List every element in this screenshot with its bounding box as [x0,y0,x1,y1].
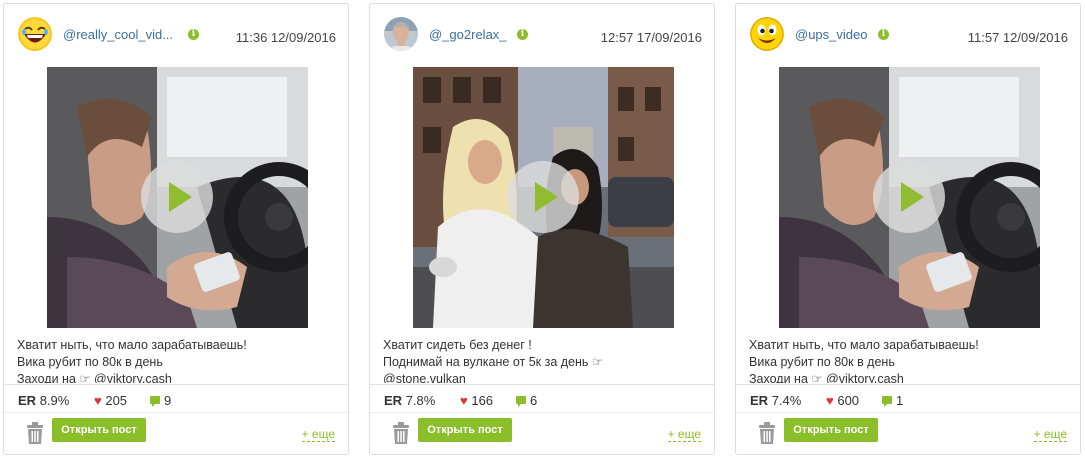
comment-icon [882,396,892,407]
post-card: @really_cool_vid... i 11:36 12/09/2016 Х… [3,3,349,455]
caption-line: Хватит ныть, что мало зарабатываешь! [749,338,979,352]
caption-line: Поднимай на вулкане от 5к за день ☞ [383,355,604,369]
trash-icon[interactable] [26,422,44,444]
er-stat: ER 8.9% [18,393,69,408]
divider [370,384,714,385]
caption-line: Вика рубит по 80к в день [17,355,163,369]
er-label: ER [18,393,37,408]
likes-count: 205 [105,393,128,408]
likes-count: 600 [837,393,860,408]
divider [370,412,714,413]
open-post-button[interactable]: Открыть пост [784,418,878,442]
post-caption: Хватит сидеть без денег ! Поднимай на ву… [383,337,704,383]
caption-line: Заходи на ☞ @viktory.cash [749,372,904,383]
caption-line: Хватит ныть, что мало зарабатываешь! [17,338,247,352]
info-icon[interactable]: i [878,29,889,40]
more-link[interactable]: + еще [301,428,335,442]
info-icon[interactable]: i [188,29,199,40]
er-value: 7.8% [405,393,436,408]
trash-icon[interactable] [392,422,410,444]
play-icon[interactable] [873,161,945,233]
caption-line: Вика рубит по 80к в день [749,355,895,369]
post-caption: Хватит ныть, что мало зарабатываешь! Вик… [17,337,338,383]
er-value: 7.4% [771,393,802,408]
avatar[interactable] [18,17,52,51]
er-value: 8.9% [39,393,70,408]
username-link[interactable]: @_go2relax_ [429,27,519,42]
post-header: @really_cool_vid... i 11:36 12/09/2016 [4,4,348,64]
username-link[interactable]: @ups_video [795,27,875,42]
likes-stat: ♥ 166 [460,393,493,408]
er-label: ER [750,393,769,408]
username-link[interactable]: @really_cool_vid... [63,27,181,42]
comments-stat: 6 [516,393,537,408]
comment-icon [516,396,526,407]
caption-line: Хватит сидеть без денег ! [383,338,532,352]
post-caption: Хватит ныть, что мало зарабатываешь! Вик… [749,337,1070,383]
info-icon[interactable]: i [517,29,528,40]
likes-stat: ♥ 600 [826,393,859,408]
likes-stat: ♥ 205 [94,393,127,408]
comment-icon [150,396,160,407]
comments-count: 1 [896,393,904,408]
comments-stat: 1 [882,393,903,408]
er-label: ER [384,393,403,408]
post-timestamp: 12:57 17/09/2016 [600,30,702,45]
post-card: @ups_video i 11:57 12/09/2016 Хватит ныт… [735,3,1081,455]
caption-line: @stone.vulkan [383,372,466,383]
post-timestamp: 11:36 12/09/2016 [235,30,336,45]
divider [736,412,1080,413]
post-header: @ups_video i 11:57 12/09/2016 [736,4,1080,64]
video-thumbnail[interactable] [47,67,308,328]
open-post-button[interactable]: Открыть пост [418,418,512,442]
trash-icon[interactable] [758,422,776,444]
er-stat: ER 7.4% [750,393,801,408]
er-stat: ER 7.8% [384,393,435,408]
video-thumbnail[interactable] [413,67,674,328]
heart-icon: ♥ [826,393,834,408]
play-icon[interactable] [507,161,579,233]
caption-line: Заходи на ☞ @viktory.cash [17,372,172,383]
play-icon[interactable] [141,161,213,233]
comments-stat: 9 [150,393,171,408]
heart-icon: ♥ [460,393,468,408]
more-link[interactable]: + еще [1033,428,1067,442]
open-post-button[interactable]: Открыть пост [52,418,146,442]
more-link[interactable]: + еще [667,428,701,442]
post-timestamp: 11:57 12/09/2016 [967,30,1068,45]
video-thumbnail[interactable] [779,67,1040,328]
heart-icon: ♥ [94,393,102,408]
likes-count: 166 [471,393,494,408]
divider [4,412,348,413]
comments-count: 6 [530,393,538,408]
avatar[interactable] [384,17,418,51]
avatar[interactable] [750,17,784,51]
post-header: @_go2relax_ i 12:57 17/09/2016 [370,4,714,64]
divider [736,384,1080,385]
comments-count: 9 [164,393,172,408]
divider [4,384,348,385]
post-card: @_go2relax_ i 12:57 17/09/2016 Хватит си… [369,3,715,455]
